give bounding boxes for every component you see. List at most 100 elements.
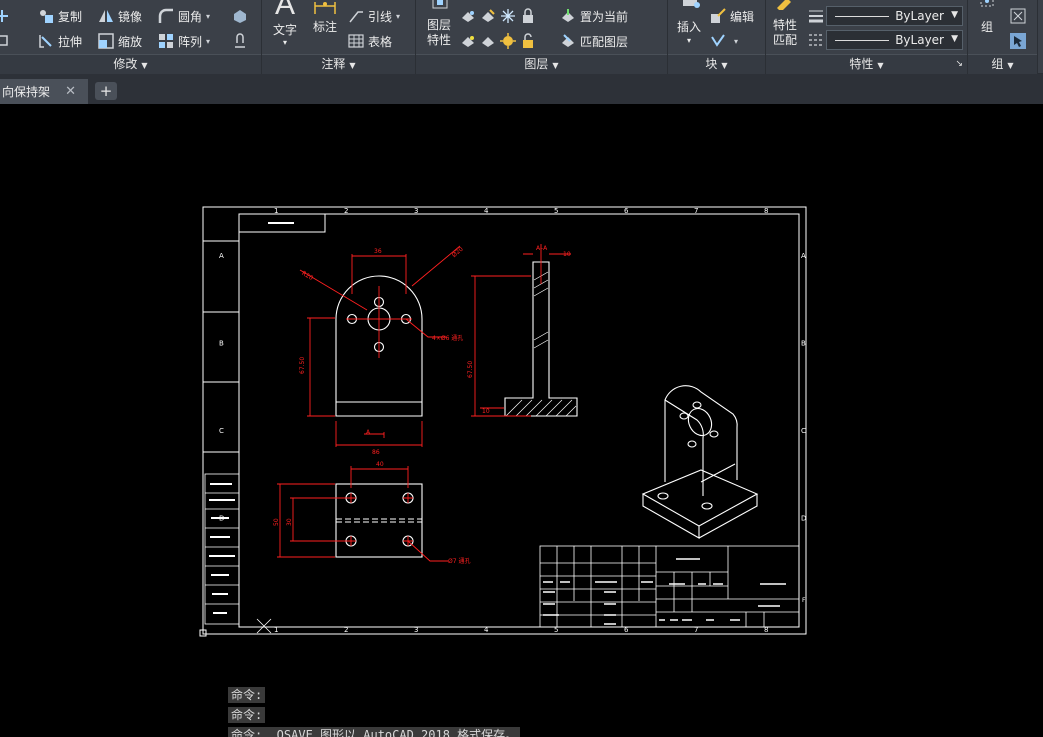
match-properties-button[interactable]: 特性 匹配 — [768, 0, 802, 48]
explode-button[interactable] — [232, 6, 252, 26]
side-section-label: A–A — [536, 245, 548, 252]
scale-button[interactable]: 缩放 — [98, 31, 142, 51]
attribute-dropdown-caret[interactable]: ▾ — [734, 37, 738, 46]
group-select-button[interactable] — [1010, 31, 1030, 51]
layer-on-icon[interactable] — [460, 33, 476, 49]
leader-dropdown-caret[interactable]: ▾ — [396, 12, 400, 21]
close-icon[interactable]: ✕ — [65, 84, 76, 99]
dimension-icon — [308, 0, 342, 16]
title-block-mark: F — [802, 597, 806, 604]
annotation-panel: A 文字 ▾ 标注 引线 ▾ 表格 注释 ▼ — [262, 0, 416, 74]
chevron-down-icon: ▼ — [552, 61, 559, 70]
dimension-button[interactable]: 标注 — [308, 0, 342, 35]
array-dropdown-caret[interactable]: ▾ — [206, 37, 210, 46]
set-current-button[interactable]: 置为当前 — [560, 6, 628, 26]
layer-tools-row-1 — [460, 6, 540, 26]
groups-panel-title[interactable]: 组 ▼ — [968, 54, 1037, 74]
annotation-panel-title-text: 注释 — [321, 57, 346, 71]
groups-panel-title-text: 组 — [991, 57, 1004, 71]
insert-button[interactable]: 插入 ▾ — [672, 0, 706, 47]
fillet-button[interactable]: 圆角 ▾ — [158, 6, 210, 26]
block-panel-title[interactable]: 块 ▼ — [668, 54, 765, 74]
side-dim-thickness: 10 — [563, 251, 571, 258]
layer-lock-icon[interactable] — [520, 8, 536, 24]
block-attribute-button[interactable]: ▾ — [710, 31, 738, 51]
linetype-icon-button[interactable] — [808, 30, 828, 50]
fillet-label: 圆角 — [178, 9, 203, 24]
stretch-button[interactable]: 拉伸 — [38, 31, 82, 51]
set-current-icon — [560, 8, 576, 24]
ucs-icon — [256, 618, 272, 634]
move-icon — [0, 8, 10, 24]
layer-unisolate-icon[interactable] — [480, 33, 496, 49]
linetype-sample — [835, 39, 890, 41]
top-dim-depth: 50 — [273, 518, 280, 526]
side-section-view: A–A 10 67.50 10 — [467, 244, 578, 417]
offset-button[interactable] — [232, 31, 252, 51]
match-layer-button[interactable]: 匹配图层 — [560, 31, 628, 51]
front-dim-top: 36 — [374, 248, 382, 255]
panel-launcher-icon[interactable]: ↘ — [955, 55, 963, 74]
zone-number: 5 — [554, 207, 558, 215]
text-button[interactable]: A 文字 ▾ — [268, 0, 302, 48]
new-tab-button[interactable]: + — [95, 82, 117, 100]
zone-number: 1 — [274, 626, 278, 634]
rotate-button[interactable] — [0, 30, 14, 50]
copy-button[interactable]: 复制 — [38, 6, 82, 26]
copy-label: 复制 — [58, 9, 83, 24]
zone-number: 8 — [764, 207, 768, 215]
layer-isolate-icon[interactable] — [480, 8, 496, 24]
layer-unlock-icon[interactable] — [520, 33, 536, 49]
layer-off-icon[interactable] — [460, 8, 476, 24]
move-button[interactable] — [0, 6, 14, 26]
group-icon — [972, 0, 1002, 10]
table-icon — [348, 33, 364, 49]
lineweight-dropdown[interactable]: ByLayer ▼ — [826, 6, 963, 26]
chevron-down-icon: ▼ — [141, 61, 148, 70]
drawing-svg[interactable]: 12345678 12345678 ABCD ABCD 36 R20 Ø20 6… — [0, 104, 1043, 737]
layer-properties-button[interactable]: 图层 特性 — [420, 0, 458, 48]
leader-label: 引线 — [368, 9, 393, 24]
insert-dropdown-caret[interactable]: ▾ — [672, 35, 706, 47]
layers-panel-title[interactable]: 图层 ▼ — [416, 54, 667, 74]
top-dim-callout: Ø7 通孔 — [448, 557, 470, 565]
front-dim-radius: R20 — [300, 270, 314, 282]
block-edit-button[interactable]: 编辑 — [710, 6, 754, 26]
text-dropdown-caret[interactable]: ▾ — [268, 38, 302, 48]
layer-thaw-icon[interactable] — [500, 33, 516, 49]
set-current-label: 置为当前 — [580, 9, 629, 24]
modify-panel-title[interactable]: 修改 ▼ — [0, 54, 261, 74]
front-section-mark: A — [366, 429, 371, 436]
zone-letter: C — [801, 427, 806, 435]
properties-panel-title[interactable]: 特性 ▼ ↘ — [766, 54, 967, 74]
text-icon: A — [274, 0, 295, 21]
annotation-panel-title[interactable]: 注释 ▼ — [262, 54, 415, 74]
table-button[interactable]: 表格 — [348, 31, 392, 51]
zone-letter: A — [801, 252, 806, 260]
explode-icon — [232, 8, 248, 24]
fillet-dropdown-caret[interactable]: ▾ — [206, 12, 210, 21]
array-button[interactable]: 阵列 ▾ — [158, 31, 210, 51]
attribute-icon — [710, 33, 726, 49]
offset-icon — [232, 33, 248, 49]
lineweight-icon-button[interactable] — [808, 6, 828, 26]
group-button[interactable]: 组 — [972, 0, 1002, 35]
chevron-down-icon: ▼ — [1007, 61, 1014, 70]
zone-letters-left: ABCD — [219, 252, 224, 523]
zone-letter: C — [219, 427, 224, 435]
zone-number: 2 — [344, 626, 348, 634]
layer-properties-icon — [420, 0, 458, 10]
mirror-button[interactable]: 镜像 — [98, 6, 142, 26]
zone-letter: D — [801, 514, 806, 522]
drawing-canvas[interactable]: 12345678 12345678 ABCD ABCD 36 R20 Ø20 6… — [0, 104, 1043, 737]
zone-letter: B — [219, 339, 224, 347]
modify-panel: 复制 镜像 圆角 ▾ 拉伸 缩放 阵列 ▾ 修改 ▼ — [0, 0, 262, 74]
ungroup-button[interactable] — [1010, 6, 1030, 26]
document-tab[interactable]: 向保持架 ✕ — [0, 79, 88, 104]
stretch-label: 拉伸 — [58, 34, 83, 49]
insert-icon — [672, 0, 706, 10]
layer-freeze-icon[interactable] — [500, 8, 516, 24]
linetype-dropdown[interactable]: ByLayer ▼ — [826, 30, 963, 50]
leader-button[interactable]: 引线 ▾ — [348, 6, 400, 26]
block-edit-label: 编辑 — [730, 9, 755, 24]
